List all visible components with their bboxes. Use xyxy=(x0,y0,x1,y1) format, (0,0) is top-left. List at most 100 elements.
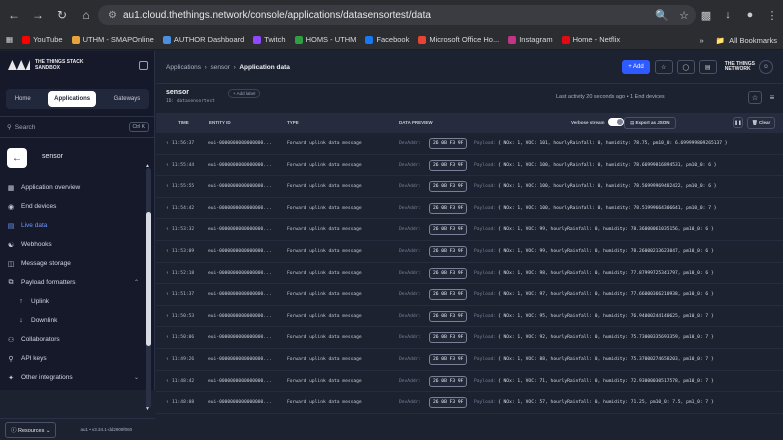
site-info-icon[interactable]: ⚙ xyxy=(108,10,117,21)
back-arrow-icon[interactable]: ← xyxy=(4,5,24,25)
devaddr-chip[interactable]: 26 0B F3 9F xyxy=(429,202,468,214)
table-row[interactable]: ↑ 11:50:53 eui-0000000000000000... Forward … xyxy=(156,306,783,328)
devaddr-chip[interactable]: 26 0B F3 9F xyxy=(429,159,468,171)
verbose-toggle[interactable] xyxy=(607,118,624,126)
sidebar-item-live-data[interactable]: ▤ Live data xyxy=(0,216,155,235)
sidebar-item-uplink[interactable]: ↑ Uplink xyxy=(0,292,155,311)
add-label-button[interactable]: + Add label xyxy=(228,89,261,98)
search-input[interactable]: ⚲ Search Ctrl K xyxy=(0,116,155,138)
list-icon: ▤ xyxy=(7,222,15,230)
uplink-arrow-icon: ↑ xyxy=(166,248,169,254)
bookmarks-menu-icon[interactable]: ☆ xyxy=(654,60,673,74)
table-row[interactable]: ↑ 11:50:06 eui-0000000000000000... Forward … xyxy=(156,327,783,349)
browser-menu-icon[interactable]: ⋮ xyxy=(761,5,783,25)
table-row[interactable]: ↑ 11:48:08 eui-0000000000000000... Forward … xyxy=(156,392,783,414)
forward-arrow-icon[interactable]: → xyxy=(28,5,48,25)
sidebar-item-application-overview[interactable]: ▦ Application overview xyxy=(0,178,155,197)
devaddr-chip[interactable]: 26 0B F3 9F xyxy=(429,224,468,236)
search-placeholder: Search xyxy=(14,123,36,131)
resources-button[interactable]: ⓘ Resources ⌄ xyxy=(5,421,57,438)
sidebar-item-api-keys[interactable]: ⚲ API keys xyxy=(0,349,155,368)
users-icon: ⚇ xyxy=(7,336,15,344)
folder-icon: 📁 xyxy=(715,35,726,45)
sidebar-item-webhooks[interactable]: ☯ Webhooks xyxy=(0,235,155,254)
devaddr-chip[interactable]: 26 0B F3 9F xyxy=(429,310,468,322)
collapse-sidebar-icon[interactable] xyxy=(139,61,148,70)
tab-applications[interactable]: Applications xyxy=(48,91,97,107)
sidebar-scrollbar[interactable] xyxy=(146,168,151,408)
crumb-applications[interactable]: Applications xyxy=(166,64,201,71)
export-json-button[interactable]: ▤ Export as JSON xyxy=(624,117,676,129)
table-row[interactable]: ↑ 11:53:32 eui-0000000000000000... Forward … xyxy=(156,219,783,241)
scroll-down-icon[interactable]: ▼ xyxy=(145,406,150,412)
table-row[interactable]: ↑ 11:53:09 eui-0000000000000000... Forward … xyxy=(156,241,783,263)
sidebar-item-other-integrations[interactable]: ✦ Other integrations ⌄ xyxy=(0,368,155,387)
ttn-logo[interactable]: THE THINGS STACK SANDBOX xyxy=(8,59,84,71)
back-button[interactable]: ← xyxy=(7,148,27,168)
uthm-icon xyxy=(71,35,80,44)
extensions-icon[interactable]: ▩ xyxy=(695,5,717,25)
notifications-icon[interactable]: ◯ xyxy=(676,60,695,74)
bookmark-netflix[interactable]: Home - Netflix xyxy=(561,35,620,44)
table-row[interactable]: ↑ 11:48:42 eui-0000000000000000... Forward … xyxy=(156,371,783,393)
clear-button[interactable]: 🗑 Clear xyxy=(747,117,776,129)
bookmark-star-icon[interactable]: ☆ xyxy=(673,5,695,25)
scrollbar-thumb[interactable] xyxy=(146,212,151,346)
more-bookmarks-icon[interactable]: » xyxy=(700,36,704,45)
devaddr-chip[interactable]: 26 0B F3 9F xyxy=(429,397,468,409)
devaddr-chip[interactable]: 26 0B F3 9F xyxy=(429,181,468,193)
pause-icon[interactable]: ❚❚ xyxy=(733,117,743,128)
bookmark-twitch[interactable]: Twitch xyxy=(253,35,286,44)
user-avatar-icon[interactable]: ☺ xyxy=(759,60,773,74)
home-icon[interactable]: ⌂ xyxy=(76,5,96,25)
address-bar[interactable]: ⚙ au1.cloud.thethings.network/console/ap… xyxy=(98,5,696,25)
bookmark-author[interactable]: AUTHOR Dashboard xyxy=(162,35,244,44)
sidebar-item-downlink[interactable]: ↓ Downlink xyxy=(0,311,155,330)
all-bookmarks[interactable]: All Bookmarks xyxy=(729,36,777,45)
sidebar-item-collaborators[interactable]: ⚇ Collaborators xyxy=(0,330,155,349)
devaddr-chip[interactable]: 26 0B F3 9F xyxy=(429,245,468,257)
table-row[interactable]: ↑ 11:49:26 eui-0000000000000000... Forward … xyxy=(156,349,783,371)
table-row[interactable]: ↑ 11:51:37 eui-0000000000000000... Forward … xyxy=(156,284,783,306)
table-row[interactable]: ↑ 11:55:55 eui-0000000000000000... Forward … xyxy=(156,176,783,198)
star-icon[interactable]: ☆ xyxy=(748,91,762,104)
entity-id: ID: datasensortest xyxy=(166,99,215,104)
verbose-stream: Verbose stream xyxy=(571,118,624,126)
chevron-down-icon: ⌄ xyxy=(133,375,139,381)
key-icon: ⚲ xyxy=(8,355,14,363)
homs-icon xyxy=(294,35,303,44)
sidebar-item-message-storage[interactable]: ◫ Message storage xyxy=(0,254,155,273)
netflix-icon xyxy=(561,35,570,44)
bookmark-homs[interactable]: HOMS - UTHM xyxy=(294,35,356,44)
table-row[interactable]: ↑ 11:55:44 eui-0000000000000000... Forward … xyxy=(156,155,783,177)
devaddr-chip[interactable]: 26 0B F3 9F xyxy=(429,289,468,301)
bookmarks-bar: ▦ YouTube UTHM - SMAPOnline AUTHOR Dashb… xyxy=(0,30,783,50)
profile-icon[interactable]: ● xyxy=(739,5,761,25)
devaddr-chip[interactable]: 26 0B F3 9F xyxy=(429,375,468,387)
devaddr-chip[interactable]: 26 0B F3 9F xyxy=(429,353,468,365)
sidebar-item-end-devices[interactable]: ◉ End devices xyxy=(0,197,155,216)
bookmark-facebook[interactable]: Facebook xyxy=(365,35,409,44)
table-row[interactable]: ↑ 11:56:37 eui-0000000000000000... Forward … xyxy=(156,133,783,155)
table-row[interactable]: ↑ 11:54:42 eui-0000000000000000... Forward … xyxy=(156,198,783,220)
tab-gateways[interactable]: Gateways xyxy=(114,96,141,102)
code-icon: ⧉ xyxy=(8,278,14,286)
add-button[interactable]: + Add xyxy=(622,60,650,74)
devaddr-chip[interactable]: 26 0B F3 9F xyxy=(429,332,468,344)
bookmark-instagram[interactable]: Instagram xyxy=(508,35,553,44)
bookmark-uthm[interactable]: UTHM - SMAPOnline xyxy=(71,35,154,44)
apps-grid-icon[interactable]: ▦ xyxy=(6,35,13,44)
sidebar-item-payload-formatters[interactable]: ⧉ Payload formatters ⌃ xyxy=(0,273,155,292)
table-row[interactable]: ↑ 11:52:18 eui-0000000000000000... Forward … xyxy=(156,263,783,285)
docs-icon[interactable]: ▤ xyxy=(698,60,717,74)
devaddr-chip[interactable]: 26 0B F3 9F xyxy=(429,138,468,149)
devaddr-chip[interactable]: 26 0B F3 9F xyxy=(429,267,468,279)
hamburger-menu-icon[interactable]: ≡ xyxy=(765,91,779,104)
reload-icon[interactable]: ↻ xyxy=(52,5,72,25)
bookmark-office[interactable]: Microsoft Office Ho... xyxy=(418,35,499,44)
bookmark-youtube[interactable]: YouTube xyxy=(22,35,63,44)
zoom-icon[interactable]: 🔍 xyxy=(651,5,673,25)
crumb-sensor[interactable]: sensor xyxy=(210,64,230,71)
tab-home[interactable]: Home xyxy=(15,96,31,102)
download-icon[interactable]: ↓ xyxy=(717,5,739,25)
